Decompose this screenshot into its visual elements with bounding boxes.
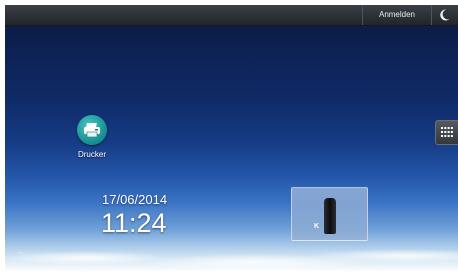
toner-color-label: K <box>314 223 320 230</box>
printer-icon <box>84 123 100 138</box>
printer-app-label: Drucker <box>77 150 106 159</box>
clock-time: 11:24 <box>101 208 167 238</box>
energy-saver-button[interactable] <box>432 5 458 25</box>
grid-icon <box>441 127 453 137</box>
printer-app[interactable]: Drucker <box>69 115 115 165</box>
home-screen: Anmelden Drucker 17/06/2014 11:24 K <box>5 5 458 272</box>
moon-icon <box>440 9 450 21</box>
toner-cartridge-icon <box>324 198 336 234</box>
page-indicator-left <box>18 241 26 254</box>
toner-widget[interactable]: K <box>291 187 368 241</box>
app-list-button[interactable] <box>435 120 458 145</box>
cloud-background <box>5 232 458 272</box>
login-button[interactable]: Anmelden <box>362 5 432 25</box>
status-bar: Anmelden <box>5 5 458 26</box>
clock-date: 17/06/2014 <box>102 192 168 207</box>
printer-app-icon-circle <box>77 115 107 145</box>
page-indicator-right <box>449 241 457 254</box>
